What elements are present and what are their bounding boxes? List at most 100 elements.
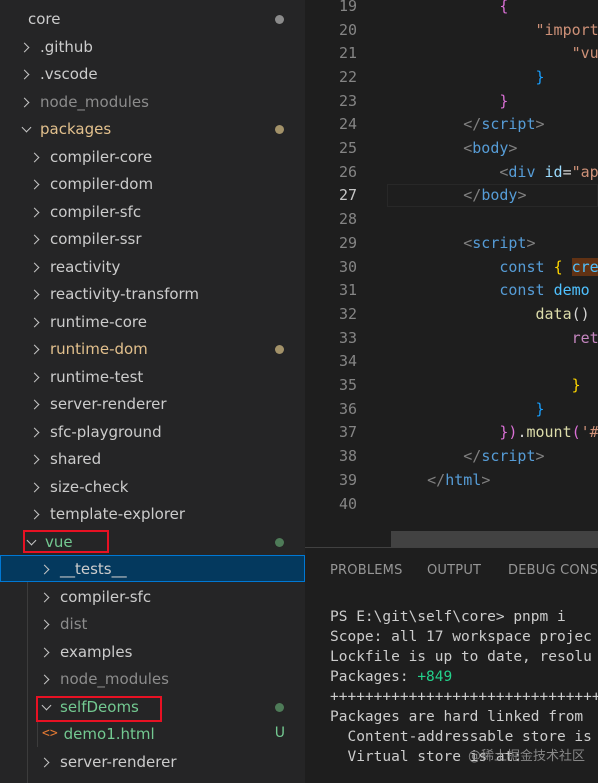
line-number: 36 xyxy=(338,399,357,418)
tree-folder-item[interactable]: size-check xyxy=(0,473,305,500)
line-number: 34 xyxy=(338,352,357,371)
code-token: </ xyxy=(427,470,446,489)
line-number: 39 xyxy=(338,470,357,489)
tree-folder-item[interactable]: compiler-core xyxy=(0,143,305,170)
tree-folder-item[interactable]: dist xyxy=(0,610,305,637)
tree-folder-item[interactable]: node_modules xyxy=(0,665,305,692)
tree-folder-item[interactable]: shared xyxy=(0,445,305,472)
tree-folder-item[interactable]: .vscode xyxy=(0,60,305,87)
code-token: </ xyxy=(463,186,482,205)
tree-folder-item[interactable]: examples xyxy=(0,638,305,665)
tree-folder-item[interactable]: core xyxy=(0,5,305,32)
tree-folder-item[interactable]: server-renderer xyxy=(0,748,305,775)
code-line[interactable]: 29 <script> xyxy=(305,231,598,255)
tree-folder-item[interactable]: template-explorer xyxy=(0,500,305,527)
tree-folder-item[interactable]: packages xyxy=(0,115,305,142)
code-line[interactable]: 20 "imports": xyxy=(305,18,598,42)
tab-problems[interactable]: PROBLEMS xyxy=(330,563,403,578)
code-token: < xyxy=(463,139,473,158)
code-text: </html> xyxy=(391,471,490,489)
code-line[interactable]: 32 data() { xyxy=(305,302,598,326)
terminal-line: Packages: +849 xyxy=(330,669,452,685)
code-line[interactable]: 33 return xyxy=(305,326,598,350)
tree-folder-item[interactable]: runtime-core xyxy=(0,308,305,335)
git-status-dot xyxy=(275,703,284,712)
tree-folder-item[interactable]: reactivity xyxy=(0,253,305,280)
tree-item-label: reactivity-transform xyxy=(50,284,200,303)
code-token: { xyxy=(553,257,563,276)
tree-item-label: template-explorer xyxy=(50,504,186,523)
code-line[interactable]: 24 </script> xyxy=(305,113,598,137)
code-line[interactable]: 30 const { create xyxy=(305,255,598,279)
annotation-box-selfdeoms xyxy=(36,696,162,722)
chevron-right-icon xyxy=(18,94,34,110)
terminal-line: PS E:\git\self\core> pnpm i xyxy=(330,609,566,625)
code-line[interactable]: 34 me xyxy=(305,350,598,374)
line-number: 24 xyxy=(338,115,357,134)
code-line[interactable]: 40 xyxy=(305,492,598,516)
tab-debug-console[interactable]: DEBUG CONSO xyxy=(508,563,598,578)
tree-folder-item[interactable]: compiler-sfc xyxy=(0,583,305,610)
tree-folder-item[interactable]: compiler-ssr xyxy=(0,225,305,252)
tree-folder-item[interactable]: node_modules xyxy=(0,88,305,115)
tab-output[interactable]: OUTPUT xyxy=(427,563,481,578)
code-text: data() { xyxy=(391,305,598,323)
tree-folder-item[interactable]: runtime-dom xyxy=(0,335,305,362)
code-token: return xyxy=(571,328,598,347)
code-line[interactable]: 35 } xyxy=(305,373,598,397)
code-text: <script> xyxy=(391,234,535,252)
tree-folder-item[interactable]: sfc-playground xyxy=(0,418,305,445)
code-token: }) xyxy=(499,423,518,442)
code-text: } xyxy=(391,376,581,394)
tree-folder-item[interactable]: compiler-dom xyxy=(0,170,305,197)
line-number: 25 xyxy=(338,139,357,158)
code-editor[interactable]: 19 {20 "imports":21 "vue":22 }23 }24 </s… xyxy=(305,0,598,547)
tree-folder-item[interactable]: server-renderer xyxy=(0,390,305,417)
code-line[interactable]: 37 }).mount('#app xyxy=(305,421,598,445)
line-number: 37 xyxy=(338,423,357,442)
code-text: <body> xyxy=(391,139,517,157)
code-line[interactable]: 36 } xyxy=(305,397,598,421)
code-text: } xyxy=(391,92,508,110)
code-line[interactable]: 21 "vue": xyxy=(305,41,598,65)
tree-folder-item[interactable]: .github xyxy=(0,33,305,60)
code-line[interactable]: 26 <div id="app"> xyxy=(305,160,598,184)
code-line[interactable]: 22 } xyxy=(305,65,598,89)
code-token: create xyxy=(571,257,598,276)
line-number: 32 xyxy=(338,304,357,323)
code-line[interactable]: 31 const demo = c xyxy=(305,278,598,302)
code-text: } xyxy=(391,400,545,418)
code-line[interactable]: 39 </html> xyxy=(305,468,598,492)
code-line[interactable]: 28 xyxy=(305,207,598,231)
horizontal-scrollbar[interactable] xyxy=(391,531,598,547)
tree-folder-item[interactable]: reactivity-transform xyxy=(0,280,305,307)
code-line[interactable]: 38 </script> xyxy=(305,444,598,468)
tree-folder-item[interactable]: __tests__ xyxy=(0,555,305,582)
chevron-right-icon xyxy=(28,341,44,357)
code-token: } xyxy=(499,91,509,110)
chevron-right-icon xyxy=(28,314,44,330)
code-token: script xyxy=(481,447,536,466)
code-token: div xyxy=(508,162,536,181)
tree-folder-item[interactable]: runtime-test xyxy=(0,363,305,390)
chevron-down-icon xyxy=(18,121,34,137)
code-line[interactable]: 19 { xyxy=(305,0,598,18)
terminal-line: Scope: all 17 workspace projec xyxy=(330,629,592,645)
chevron-right-icon xyxy=(38,644,54,660)
line-number: 19 xyxy=(338,0,357,15)
code-line[interactable]: 27 </body> xyxy=(305,183,598,208)
code-line[interactable]: 25 <body> xyxy=(305,136,598,160)
code-line[interactable]: 23 } xyxy=(305,89,598,113)
tree-file-item[interactable]: <> demo1.html U xyxy=(0,720,305,747)
tree-item-label: compiler-sfc xyxy=(50,202,142,221)
tree-folder-item[interactable]: compiler-sfc xyxy=(0,198,305,225)
